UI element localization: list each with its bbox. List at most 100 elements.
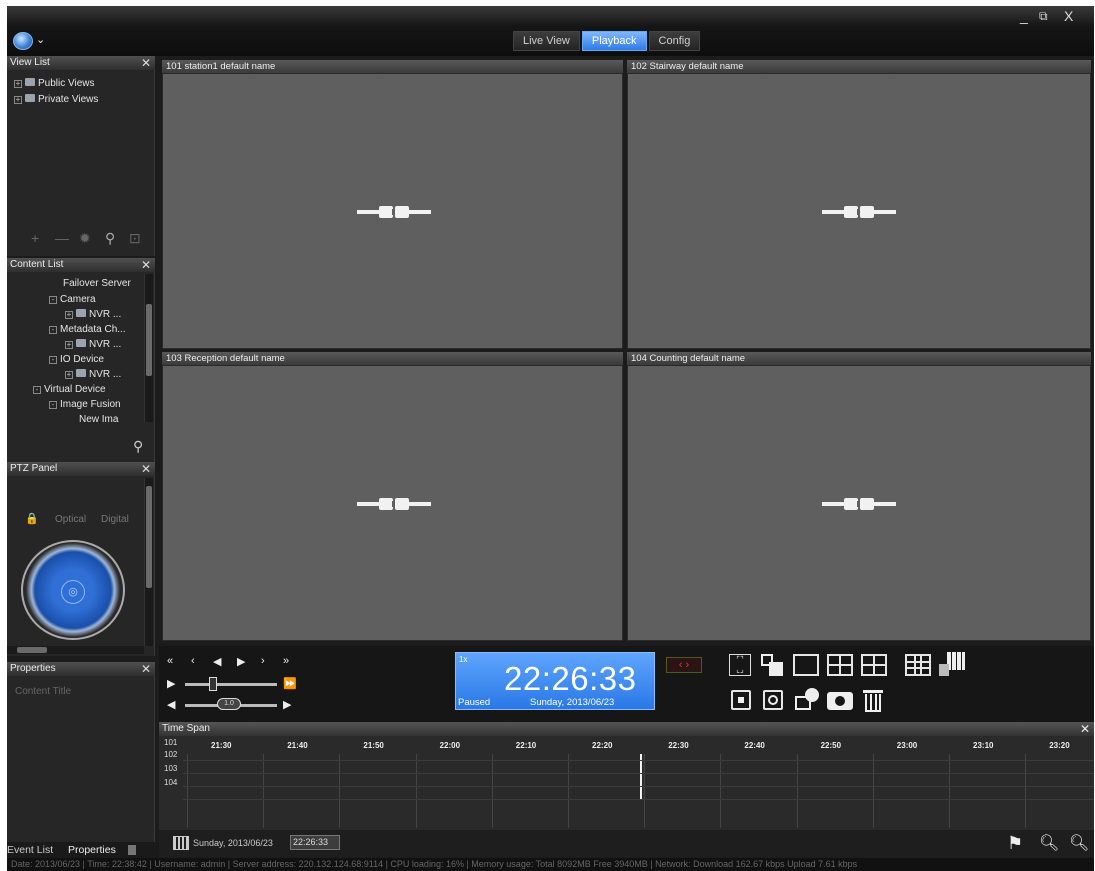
content-list-scrollbar[interactable] [144, 274, 153, 422]
swap-layout-icon[interactable] [761, 654, 783, 676]
tree-item-new-image[interactable]: New Ima [79, 414, 118, 425]
layout-1x1-icon[interactable] [793, 654, 819, 676]
collapse-icon[interactable]: - [49, 296, 57, 304]
sync-arrows-button[interactable]: ‹ › [666, 657, 702, 673]
tree-item-failover-server[interactable]: Failover Server [63, 278, 131, 289]
timeline-row-label: 102 [164, 750, 178, 759]
close-icon[interactable]: ✕ [141, 258, 151, 272]
layout-1plus3-icon[interactable] [861, 654, 887, 676]
lock-icon[interactable]: 🔒 [25, 512, 39, 525]
collapse-icon[interactable]: - [49, 401, 57, 409]
expand-icon[interactable]: + [65, 341, 73, 349]
play-icon[interactable]: ▶ [237, 655, 245, 668]
gear-icon[interactable]: ✹ [79, 230, 91, 247]
scrollbar-thumb[interactable] [146, 486, 152, 588]
position-slider[interactable] [185, 683, 277, 686]
play-small-icon[interactable]: ▶ [167, 677, 175, 690]
ptz-digital-tab[interactable]: Digital [101, 514, 129, 525]
ptz-scrollbar[interactable] [144, 478, 153, 646]
tab-properties[interactable]: Properties [68, 844, 116, 856]
app-menu-button[interactable]: ⌄ [13, 31, 49, 51]
tree-item-image-fusion[interactable]: - Image Fusion [49, 399, 121, 410]
tab-event-list[interactable]: Event List [7, 844, 53, 856]
fullscreen-icon[interactable]: ⌜⌝ ⌞⌟ [729, 654, 751, 676]
calendar-icon[interactable] [173, 836, 189, 850]
search-icon[interactable]: ⚲ [133, 438, 143, 455]
camera-102-view[interactable] [627, 73, 1091, 349]
ptz-hscrollbar[interactable] [7, 646, 144, 654]
scrollbar-thumb[interactable] [146, 304, 152, 376]
time-span-timeline[interactable]: 21:30 21:40 21:50 22:00 22:10 22:20 22:30 22:40… [159, 736, 1094, 830]
collapse-icon[interactable]: - [49, 356, 57, 364]
playback-date: Sunday, 2013/06/23 [530, 697, 615, 708]
collapse-icon[interactable]: - [49, 326, 57, 334]
snapshot-icon[interactable] [827, 692, 853, 710]
close-button[interactable]: X [1064, 8, 1073, 24]
tree-item-nvr[interactable]: + NVR ... [65, 369, 121, 380]
tab-live-view[interactable]: Live View [513, 31, 580, 51]
tree-item-nvr[interactable]: + NVR ... [65, 309, 121, 320]
content-list-header: Content List ✕ [7, 258, 155, 272]
step-forward-icon[interactable]: › [261, 655, 265, 667]
title-bar: ⌄ _ ⧉ X Live View Playback Config [7, 6, 1094, 56]
fast-forward-icon[interactable]: » [283, 655, 289, 667]
zoom-in-icon[interactable]: 🔍︎ [1069, 833, 1089, 853]
footer-time-field[interactable]: 22:26:33 [290, 835, 340, 850]
close-icon[interactable]: ✕ [141, 662, 151, 676]
close-icon[interactable]: ✕ [141, 56, 151, 70]
time-tick-label: 23:00 [896, 741, 918, 750]
search-icon[interactable]: ⚲ [105, 230, 115, 247]
layout-3x3-icon[interactable] [905, 654, 931, 676]
export-clip-icon[interactable] [731, 690, 751, 710]
camera-103-view[interactable] [162, 365, 623, 641]
position-slider-thumb[interactable] [209, 677, 217, 691]
zoom-out-icon[interactable]: 🔍︎ [1039, 833, 1059, 853]
tree-item-io-device[interactable]: - IO Device [49, 354, 104, 365]
slow-icon[interactable]: ◀ [167, 698, 175, 711]
collapse-icon[interactable]: - [33, 386, 41, 394]
camera-102-header: 102 Stairway default name [627, 60, 1091, 73]
close-icon[interactable]: ✕ [141, 462, 151, 476]
camera-101-view[interactable] [162, 73, 623, 349]
expand-icon[interactable]: + [65, 371, 73, 379]
speed-slider-thumb[interactable]: 1.0 [217, 698, 241, 710]
tab-config[interactable]: Config [648, 31, 701, 51]
layout-2x2-icon[interactable] [827, 654, 853, 676]
pin-icon[interactable] [128, 845, 136, 855]
record-icon[interactable] [763, 690, 783, 710]
tree-item-virtual-device[interactable]: - Virtual Device [33, 384, 106, 395]
tree-item-private-views[interactable]: + Private Views [14, 94, 98, 105]
ptz-joystick[interactable]: ◎ [21, 540, 125, 640]
tab-playback[interactable]: Playback [581, 31, 647, 51]
expand-icon[interactable]: + [14, 80, 22, 88]
app-logo-icon [13, 32, 33, 50]
fast-icon[interactable]: ▶ [283, 698, 291, 711]
expand-icon[interactable]: + [14, 96, 22, 104]
timeline-row-line [183, 786, 1094, 787]
minimize-button[interactable]: _ [1020, 8, 1028, 24]
bookmark-flag-icon[interactable]: ⚑ [1007, 833, 1023, 854]
scrollbar-thumb[interactable] [17, 647, 47, 653]
layout-custom-icon[interactable] [939, 652, 967, 678]
ptz-optical-tab[interactable]: Optical [55, 514, 86, 525]
tree-item-nvr[interactable]: + NVR ... [65, 339, 121, 350]
film-export-icon[interactable] [795, 688, 819, 712]
fast-rewind-icon[interactable]: « [167, 655, 173, 667]
tree-item-metadata-channel[interactable]: - Metadata Ch... [49, 324, 126, 335]
timeline-row-label: 101 [164, 738, 178, 747]
time-tick-label: 21:40 [287, 741, 308, 750]
tree-item-public-views[interactable]: + Public Views [14, 78, 95, 89]
close-icon[interactable]: ✕ [1080, 722, 1090, 736]
expand-icon[interactable]: + [65, 311, 73, 319]
jump-end-icon[interactable]: ⏩ [283, 677, 297, 690]
camera-104-view[interactable] [627, 365, 1091, 641]
ptz-center-icon[interactable]: ◎ [61, 580, 85, 604]
tree-item-camera[interactable]: - Camera [49, 294, 96, 305]
add-icon[interactable]: + [31, 230, 39, 246]
reverse-play-icon[interactable]: ◀ [213, 655, 221, 668]
step-back-icon[interactable]: ‹ [191, 655, 195, 667]
remove-icon[interactable]: — [55, 230, 69, 246]
restore-button[interactable]: ⧉ [1039, 9, 1048, 24]
trash-icon[interactable] [863, 688, 883, 712]
export-icon[interactable]: ⊡ [129, 230, 141, 247]
